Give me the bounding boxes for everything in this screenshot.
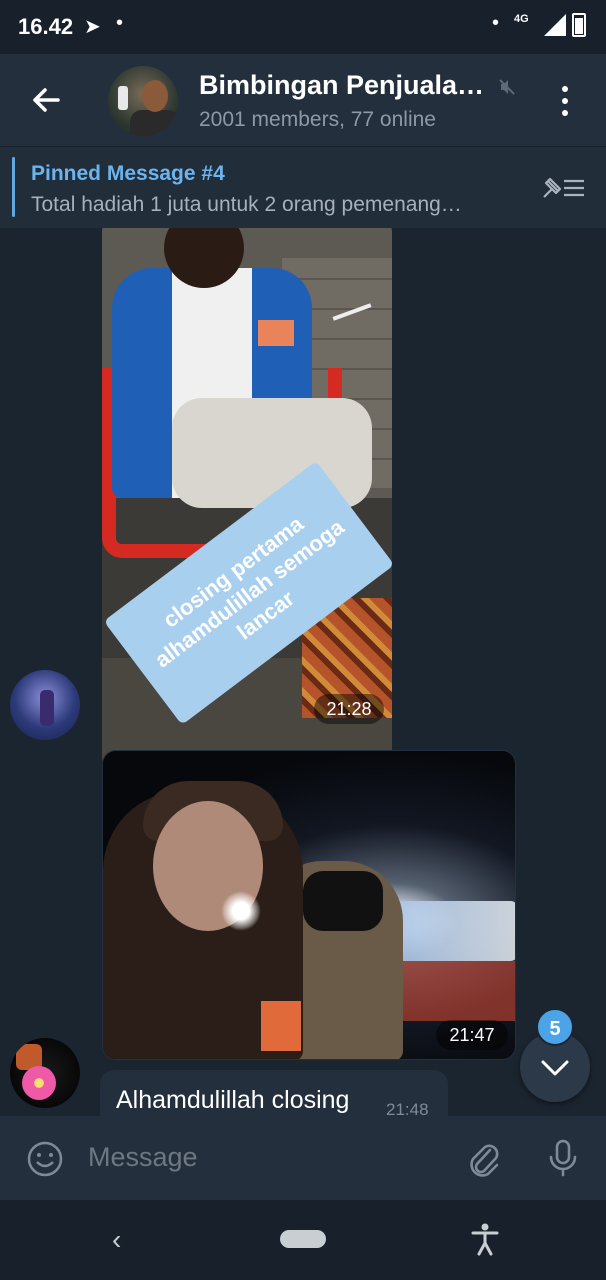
accessibility-icon[interactable] <box>470 1222 500 1256</box>
chat-subtitle: 2001 members, 77 online <box>199 108 436 131</box>
group-avatar[interactable] <box>108 66 178 136</box>
chevron-down-icon <box>541 1060 569 1076</box>
message-composer: Message <box>0 1116 606 1200</box>
status-bar: 16.42 ➤ • • 4G <box>0 0 606 54</box>
pinned-indicator <box>12 157 15 217</box>
sender-avatar[interactable] <box>10 1038 80 1108</box>
pin-list-icon[interactable] <box>540 175 586 201</box>
pinned-message-bar[interactable]: Pinned Message #4 Total hadiah 1 juta un… <box>0 146 606 228</box>
telegram-notification-icon: ➤ <box>84 16 101 38</box>
network-type-label: 4G <box>514 13 529 25</box>
photo-message[interactable] <box>102 750 516 1060</box>
notification-dot-icon: • <box>492 12 500 34</box>
more-vertical-icon[interactable] <box>556 84 576 118</box>
text-message[interactable]: Alhamdulillah closing 21:48 <box>100 1070 448 1116</box>
mute-icon <box>499 79 515 95</box>
home-pill-icon[interactable] <box>280 1230 326 1248</box>
message-time: 21:28 <box>314 694 384 724</box>
message-time: 21:48 <box>386 1100 429 1116</box>
battery-icon <box>572 13 586 37</box>
chat-messages[interactable]: closing pertama alhamdulillah semoga lan… <box>0 228 606 1116</box>
attach-icon[interactable] <box>466 1140 502 1178</box>
emoji-icon[interactable] <box>26 1140 64 1178</box>
nav-back-icon[interactable]: ‹ <box>112 1224 121 1256</box>
sender-avatar[interactable] <box>10 670 80 740</box>
back-arrow-icon[interactable] <box>28 82 64 118</box>
pinned-title: Pinned Message #4 <box>31 162 225 185</box>
message-time: 21:47 <box>436 1020 508 1050</box>
chat-header: Bimbingan Penjuala… 2001 members, 77 onl… <box>0 54 606 146</box>
chat-title[interactable]: Bimbingan Penjuala… <box>199 70 489 101</box>
unread-count-badge: 5 <box>536 1008 574 1046</box>
notification-dot-icon: • <box>116 12 124 34</box>
message-input[interactable]: Message <box>88 1142 198 1173</box>
message-text: Alhamdulillah closing <box>116 1086 350 1114</box>
system-navigation-bar: ‹ <box>0 1200 606 1280</box>
mic-icon[interactable] <box>546 1138 580 1178</box>
signal-icon <box>544 14 566 36</box>
pinned-text: Total hadiah 1 juta untuk 2 orang pemena… <box>31 193 462 216</box>
status-time: 16.42 <box>18 14 74 39</box>
